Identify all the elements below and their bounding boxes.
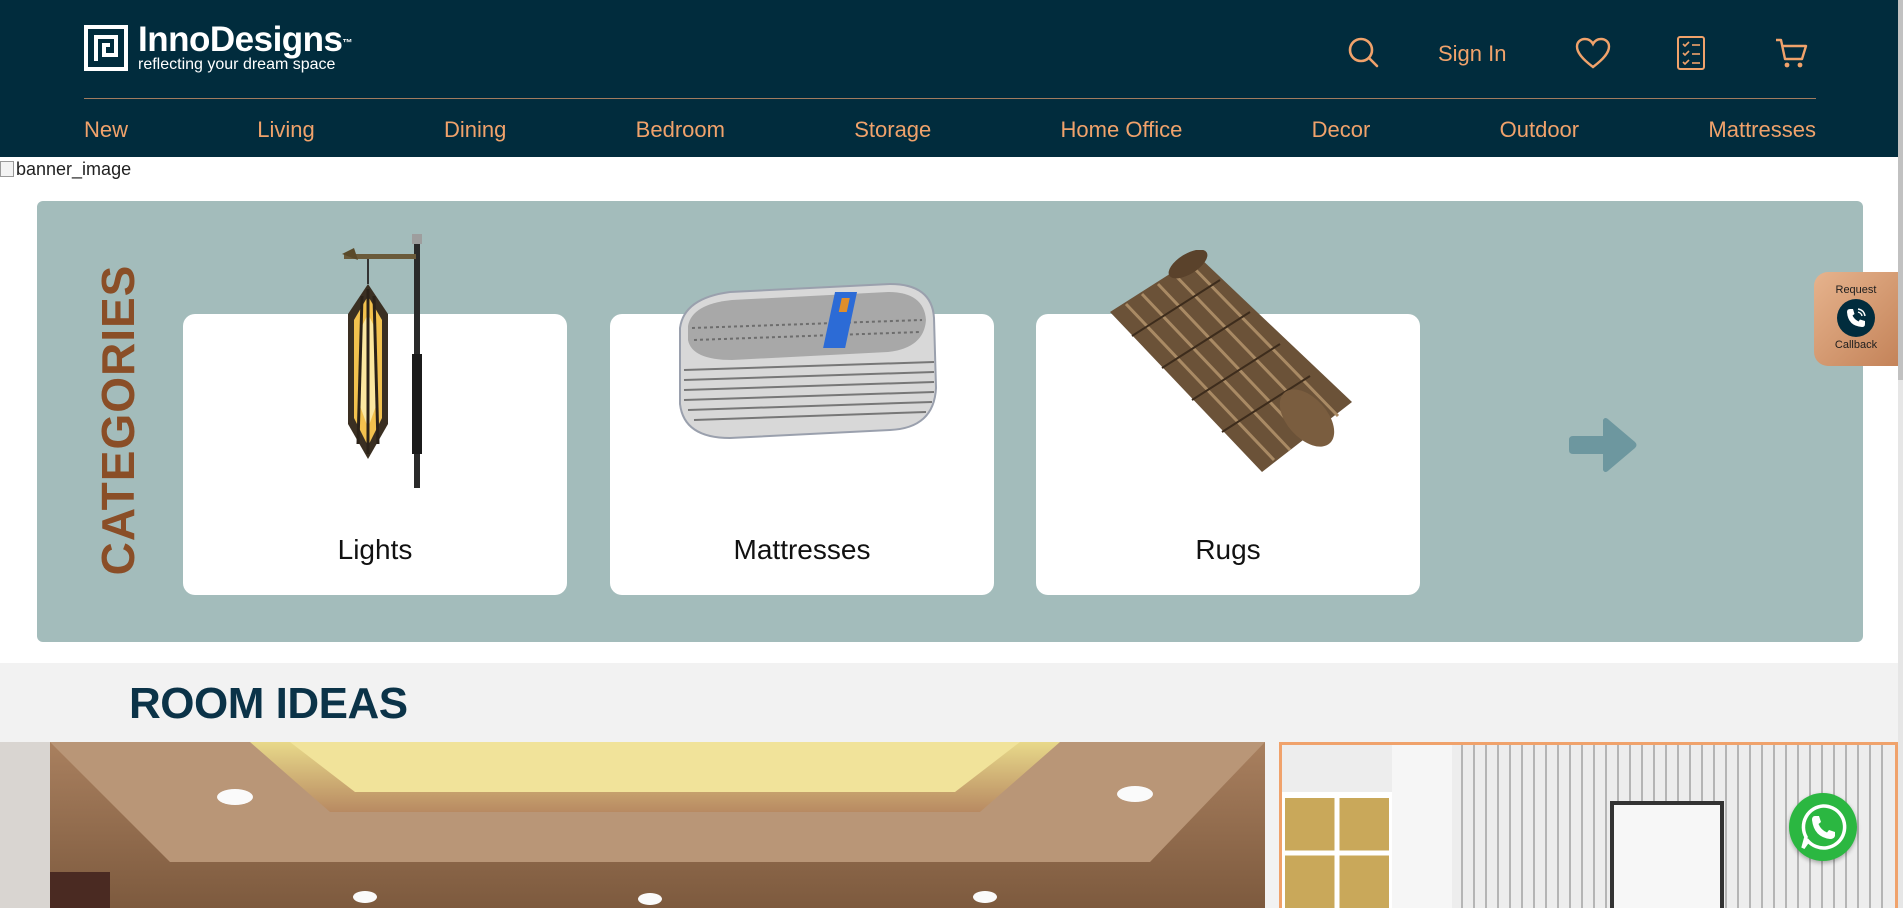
nav-item-storage[interactable]: Storage <box>854 115 931 145</box>
checklist-icon[interactable] <box>1676 35 1706 71</box>
whatsapp-button[interactable] <box>1789 793 1857 861</box>
callback-line1: Request <box>1835 284 1877 296</box>
header-divider <box>84 98 1816 99</box>
broken-image-icon <box>0 161 14 177</box>
brand-name: InnoDesigns™ <box>138 20 353 59</box>
scrollbar-thumb[interactable] <box>1898 0 1903 380</box>
nav-item-new[interactable]: New <box>84 115 128 145</box>
nav-item-dining[interactable]: Dining <box>444 115 506 145</box>
nav-item-home-office[interactable]: Home Office <box>1061 115 1183 145</box>
categories-title: CATEGORIES <box>92 264 144 576</box>
nav-item-living[interactable]: Living <box>257 115 314 145</box>
search-icon[interactable] <box>1348 37 1380 69</box>
site-header: InnoDesigns™ reflecting your dream space… <box>0 0 1898 157</box>
lantern-lamp-image <box>342 234 422 488</box>
banner-alt-text: banner_image <box>16 158 132 179</box>
room-idea-prev-slide[interactable] <box>0 742 50 908</box>
brand-tagline: reflecting your dream space <box>138 56 336 73</box>
room-ideas-section: ROOM IDEAS <box>0 663 1898 908</box>
nav-item-outdoor[interactable]: Outdoor <box>1500 115 1580 145</box>
room-ideas-title: ROOM IDEAS <box>129 679 408 728</box>
nav-item-bedroom[interactable]: Bedroom <box>636 115 725 145</box>
banner-image[interactable]: banner_image <box>0 157 131 181</box>
request-callback-button[interactable]: Request Callback <box>1814 272 1898 366</box>
logo-mark-icon <box>84 24 128 71</box>
category-label: Mattresses <box>733 534 871 565</box>
cart-icon[interactable] <box>1774 37 1808 69</box>
arrow-right-icon <box>1569 418 1637 472</box>
nav-item-decor[interactable]: Decor <box>1312 115 1371 145</box>
mattress-image <box>679 282 938 440</box>
brand-logo[interactable]: InnoDesigns™ reflecting your dream space <box>84 20 353 73</box>
sign-in-link[interactable]: Sign In <box>1438 36 1507 72</box>
rolled-rug-image <box>1110 250 1352 472</box>
nav-item-mattresses[interactable]: Mattresses <box>1708 115 1816 145</box>
phone-icon <box>1837 299 1875 337</box>
callback-line2: Callback <box>1834 339 1878 351</box>
categories-next-arrow[interactable] <box>1567 414 1639 476</box>
main-nav: New Living Dining Bedroom Storage Home O… <box>84 115 1816 145</box>
page-scrollbar[interactable] <box>1898 0 1903 908</box>
category-label: Rugs <box>1195 534 1261 565</box>
heart-icon[interactable] <box>1575 37 1611 69</box>
category-label: Lights <box>337 534 413 565</box>
room-idea-image-main[interactable] <box>50 742 1265 908</box>
whatsapp-icon <box>1801 804 1847 850</box>
